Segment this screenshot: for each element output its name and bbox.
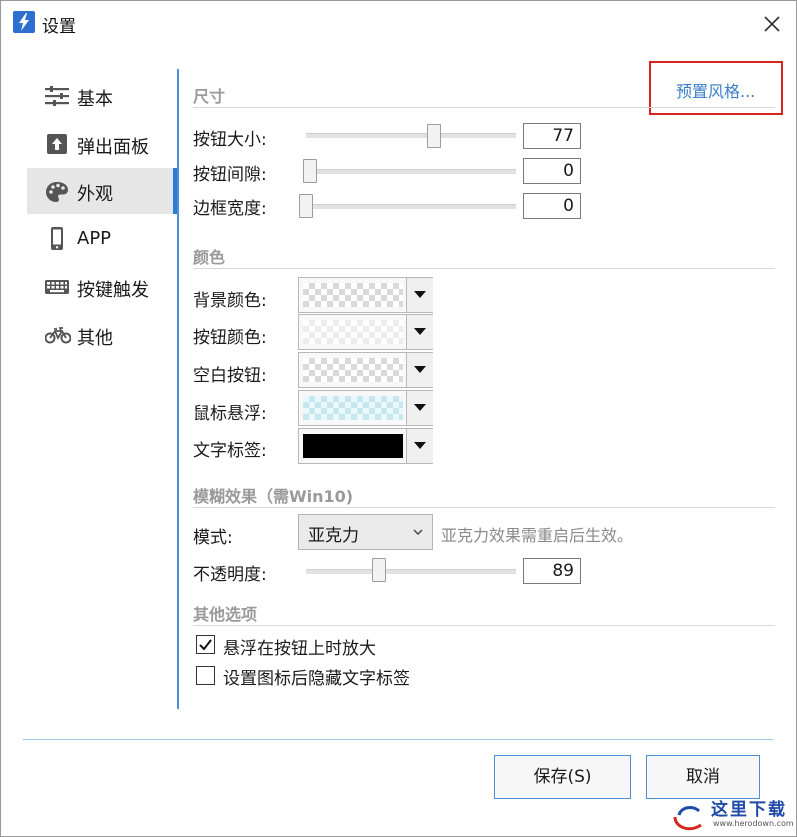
section-title-size: 尺寸 bbox=[193, 87, 226, 106]
chevron-down-icon bbox=[414, 328, 426, 335]
chevron-down-icon bbox=[414, 404, 426, 411]
section-divider bbox=[193, 107, 775, 108]
settings-window: 设置 基本 弹出面板 外观 APP 按键触发 其他 预置风格... 尺寸 按钮大… bbox=[0, 0, 797, 837]
hover-color-picker[interactable] bbox=[298, 390, 433, 426]
sidebar-item-label: 弹出面板 bbox=[77, 137, 149, 158]
text-label-color-label: 文字标签: bbox=[193, 441, 267, 461]
sidebar-item-label: APP bbox=[77, 228, 112, 249]
active-item-marker bbox=[173, 168, 177, 214]
blur-restart-hint: 亚克力效果需重启后生效。 bbox=[441, 526, 634, 545]
border-width-slider-thumb[interactable] bbox=[299, 194, 313, 218]
section-divider bbox=[193, 268, 775, 269]
hide-text-label-label: 设置图标后隐藏文字标签 bbox=[223, 669, 410, 689]
button-color-label: 按钮颜色: bbox=[193, 328, 267, 348]
button-gap-label: 按钮间隙: bbox=[193, 165, 267, 185]
button-size-slider-thumb[interactable] bbox=[427, 124, 441, 148]
keyboard-icon bbox=[45, 277, 69, 297]
preset-style-link[interactable]: 预置风格... bbox=[676, 78, 755, 102]
opacity-label: 不透明度: bbox=[193, 565, 267, 585]
window-title: 设置 bbox=[42, 17, 76, 37]
title-bar: 设置 bbox=[1, 1, 796, 45]
enlarge-on-hover-checkbox[interactable] bbox=[196, 635, 215, 654]
chevron-down-icon bbox=[414, 442, 426, 449]
hide-text-label-checkbox[interactable] bbox=[196, 666, 215, 685]
button-gap-slider-thumb[interactable] bbox=[303, 159, 317, 183]
dropdown-arrow bbox=[406, 315, 433, 349]
upload-icon bbox=[45, 134, 69, 154]
blur-mode-value: 亚克力 bbox=[308, 526, 359, 546]
sidebar-item-other[interactable]: 其他 bbox=[27, 312, 177, 358]
swirl-logo-icon bbox=[673, 806, 702, 831]
dropdown-arrow bbox=[406, 278, 433, 312]
watermark-url: www.herodown.com bbox=[713, 819, 794, 828]
dropdown-arrow bbox=[406, 429, 433, 463]
footer-divider bbox=[23, 739, 773, 740]
blur-mode-select[interactable]: 亚克力 bbox=[298, 514, 433, 550]
sidebar-item-label: 外观 bbox=[77, 184, 113, 205]
button-size-input[interactable]: 77 bbox=[523, 123, 581, 149]
phone-icon bbox=[45, 227, 69, 250]
button-gap-slider-track[interactable] bbox=[306, 169, 516, 174]
watermark-text: 这里下载 bbox=[711, 800, 787, 820]
hover-color-swatch bbox=[303, 396, 403, 420]
dropdown-arrow bbox=[406, 353, 433, 387]
opacity-input[interactable]: 89 bbox=[523, 558, 581, 584]
sidebar-item-label: 其他 bbox=[77, 328, 113, 349]
text-label-color-swatch bbox=[303, 434, 403, 458]
section-title-other: 其他选项 bbox=[193, 605, 258, 624]
background-color-picker[interactable] bbox=[298, 277, 433, 313]
background-color-swatch bbox=[303, 283, 403, 307]
button-gap-input[interactable]: 0 bbox=[523, 158, 581, 184]
border-width-slider-track[interactable] bbox=[306, 204, 516, 209]
opacity-slider-thumb[interactable] bbox=[372, 558, 386, 582]
mode-label: 模式: bbox=[193, 528, 233, 548]
sidebar-divider bbox=[177, 69, 179, 709]
sidebar-item-label: 按键触发 bbox=[77, 280, 149, 301]
button-size-label: 按钮大小: bbox=[193, 130, 267, 150]
bicycle-icon bbox=[44, 325, 72, 345]
enlarge-on-hover-label: 悬浮在按钮上时放大 bbox=[223, 639, 376, 659]
close-button[interactable] bbox=[755, 7, 789, 39]
chevron-down-icon bbox=[414, 366, 426, 373]
border-width-input[interactable]: 0 bbox=[523, 193, 581, 219]
border-width-label: 边框宽度: bbox=[193, 199, 267, 219]
sliders-icon bbox=[45, 86, 69, 106]
sidebar-item-popup-panel[interactable]: 弹出面板 bbox=[27, 121, 177, 167]
save-button[interactable]: 保存(S) bbox=[494, 755, 631, 799]
close-icon bbox=[764, 16, 780, 32]
chevron-down-icon bbox=[414, 291, 426, 298]
button-size-slider-track[interactable] bbox=[306, 133, 516, 138]
sidebar-item-appearance[interactable]: 外观 bbox=[27, 168, 177, 214]
watermark-logo: 这里下载 www.herodown.com bbox=[669, 793, 797, 837]
hover-color-label: 鼠标悬浮: bbox=[193, 404, 267, 424]
checkmark-icon bbox=[199, 639, 212, 651]
sidebar-item-app[interactable]: APP bbox=[27, 216, 177, 262]
sidebar-item-basic[interactable]: 基本 bbox=[27, 73, 177, 119]
opacity-slider-track[interactable] bbox=[306, 569, 516, 574]
chevron-down-icon bbox=[413, 529, 423, 535]
palette-icon bbox=[45, 181, 69, 202]
section-divider bbox=[193, 507, 775, 508]
button-color-swatch bbox=[303, 320, 403, 344]
sidebar-item-label: 基本 bbox=[77, 89, 113, 110]
button-color-picker[interactable] bbox=[298, 314, 433, 350]
section-title-colors: 颜色 bbox=[193, 248, 226, 267]
section-divider bbox=[193, 625, 775, 626]
empty-button-color-picker[interactable] bbox=[298, 352, 433, 388]
dropdown-arrow bbox=[406, 391, 433, 425]
section-title-blur: 模糊效果（需Win10) bbox=[193, 487, 354, 506]
lightning-app-icon bbox=[13, 11, 35, 33]
empty-button-color-label: 空白按钮: bbox=[193, 366, 267, 386]
text-label-color-picker[interactable] bbox=[298, 428, 433, 464]
empty-button-color-swatch bbox=[303, 358, 403, 382]
background-color-label: 背景颜色: bbox=[193, 291, 267, 311]
sidebar-item-key-trigger[interactable]: 按键触发 bbox=[27, 264, 177, 310]
